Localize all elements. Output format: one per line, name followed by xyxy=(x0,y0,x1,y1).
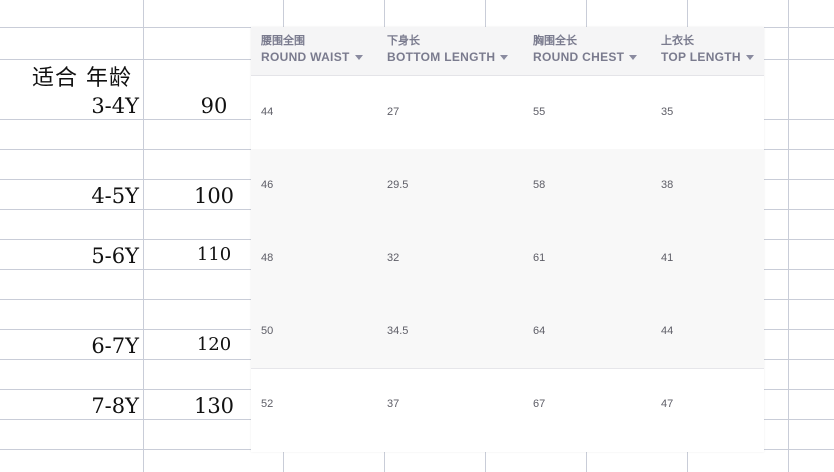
top-length-cell: 41 xyxy=(661,252,674,264)
grid-col-line xyxy=(143,0,144,472)
height-cell[interactable]: 90 xyxy=(174,94,254,118)
bottom-length-cell: 29.5 xyxy=(387,179,409,191)
height-cell[interactable]: 130 xyxy=(174,394,254,418)
column-header-zh: 腰围全围 xyxy=(261,35,305,47)
size-chart-table: 腰围全围 ROUND WAIST 下身长 BOTTOM LENGTH 胸围全长 … xyxy=(251,27,764,452)
round-waist-cell: 46 xyxy=(261,179,274,191)
round-chest-cell: 64 xyxy=(533,325,546,337)
column-header-zh: 下身长 xyxy=(387,35,420,47)
top-length-cell: 38 xyxy=(661,179,674,191)
bottom-length-cell: 34.5 xyxy=(387,325,409,337)
sort-caret-icon[interactable] xyxy=(629,55,638,61)
column-header-zh: 胸围全长 xyxy=(533,35,577,47)
age-header-label: 适合 年龄 xyxy=(32,66,132,91)
column-header-en: ROUND WAIST xyxy=(261,50,350,64)
age-cell[interactable]: 4-5Y xyxy=(91,184,139,208)
table-row: 46 29.5 58 38 xyxy=(251,149,764,223)
round-chest-cell: 61 xyxy=(533,252,546,264)
column-header-bottom-length[interactable]: 下身长 BOTTOM LENGTH xyxy=(387,34,509,66)
bottom-length-cell: 32 xyxy=(387,252,400,264)
table-row: 44 27 55 35 xyxy=(251,76,764,150)
table-row: 52 37 67 47 xyxy=(251,368,764,452)
table-row: 48 32 61 41 xyxy=(251,222,764,296)
height-cell[interactable]: 120 xyxy=(174,334,254,355)
age-cell[interactable]: 3-4Y xyxy=(91,94,139,118)
sort-caret-icon[interactable] xyxy=(500,55,509,61)
column-header-round-chest[interactable]: 胸围全长 ROUND CHEST xyxy=(533,34,638,66)
round-waist-cell: 52 xyxy=(261,398,274,410)
sort-caret-icon[interactable] xyxy=(745,55,754,61)
round-chest-cell: 58 xyxy=(533,179,546,191)
round-chest-cell: 67 xyxy=(533,398,546,410)
column-header-en: ROUND CHEST xyxy=(533,50,625,64)
round-waist-cell: 50 xyxy=(261,325,274,337)
top-length-cell: 47 xyxy=(661,398,674,410)
height-cell[interactable]: 100 xyxy=(174,184,254,208)
age-cell[interactable]: 6-7Y xyxy=(91,334,139,358)
column-header-top-length[interactable]: 上衣长 TOP LENGTH xyxy=(661,34,754,66)
column-header-en: BOTTOM LENGTH xyxy=(387,50,496,64)
column-header-round-waist[interactable]: 腰围全围 ROUND WAIST xyxy=(261,34,363,66)
bottom-length-cell: 27 xyxy=(387,106,400,118)
grid-col-line xyxy=(788,0,789,472)
height-cell[interactable]: 110 xyxy=(174,244,254,265)
size-table-header: 腰围全围 ROUND WAIST 下身长 BOTTOM LENGTH 胸围全长 … xyxy=(251,27,764,76)
bottom-length-cell: 37 xyxy=(387,398,400,410)
column-header-en: TOP LENGTH xyxy=(661,50,741,64)
age-cell[interactable]: 7-8Y xyxy=(91,394,139,418)
age-cell[interactable]: 5-6Y xyxy=(91,244,139,268)
top-length-cell: 35 xyxy=(661,106,674,118)
round-waist-cell: 48 xyxy=(261,252,274,264)
round-waist-cell: 44 xyxy=(261,106,274,118)
sort-caret-icon[interactable] xyxy=(354,55,363,61)
round-chest-cell: 55 xyxy=(533,106,546,118)
table-row: 50 34.5 64 44 xyxy=(251,295,764,369)
top-length-cell: 44 xyxy=(661,325,674,337)
column-header-zh: 上衣长 xyxy=(661,35,694,47)
